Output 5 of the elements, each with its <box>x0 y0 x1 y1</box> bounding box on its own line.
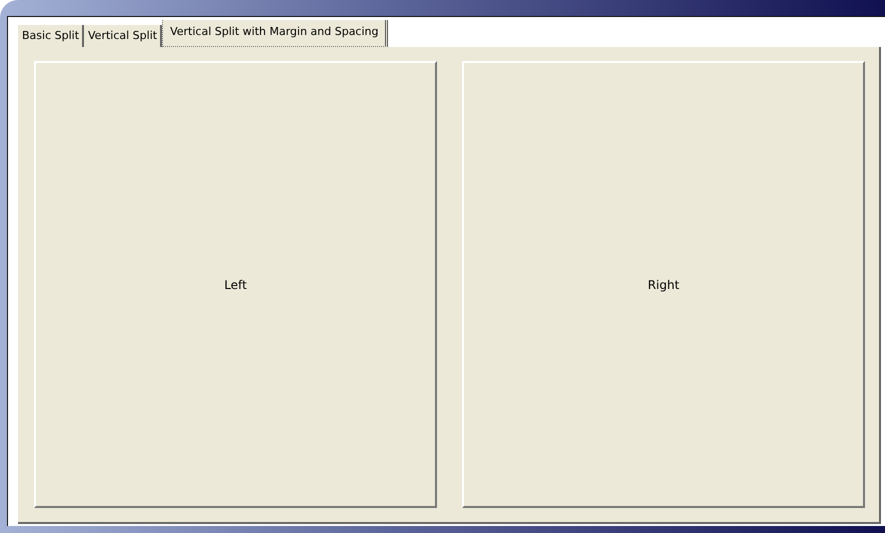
pane-label: Right <box>648 278 680 292</box>
pane-label: Left <box>224 278 247 292</box>
tab[interactable]: Vertical Split with Margin and Spacing <box>162 20 388 47</box>
tab[interactable]: Vertical Split <box>84 25 162 47</box>
tab[interactable]: Basic Split <box>18 25 84 47</box>
